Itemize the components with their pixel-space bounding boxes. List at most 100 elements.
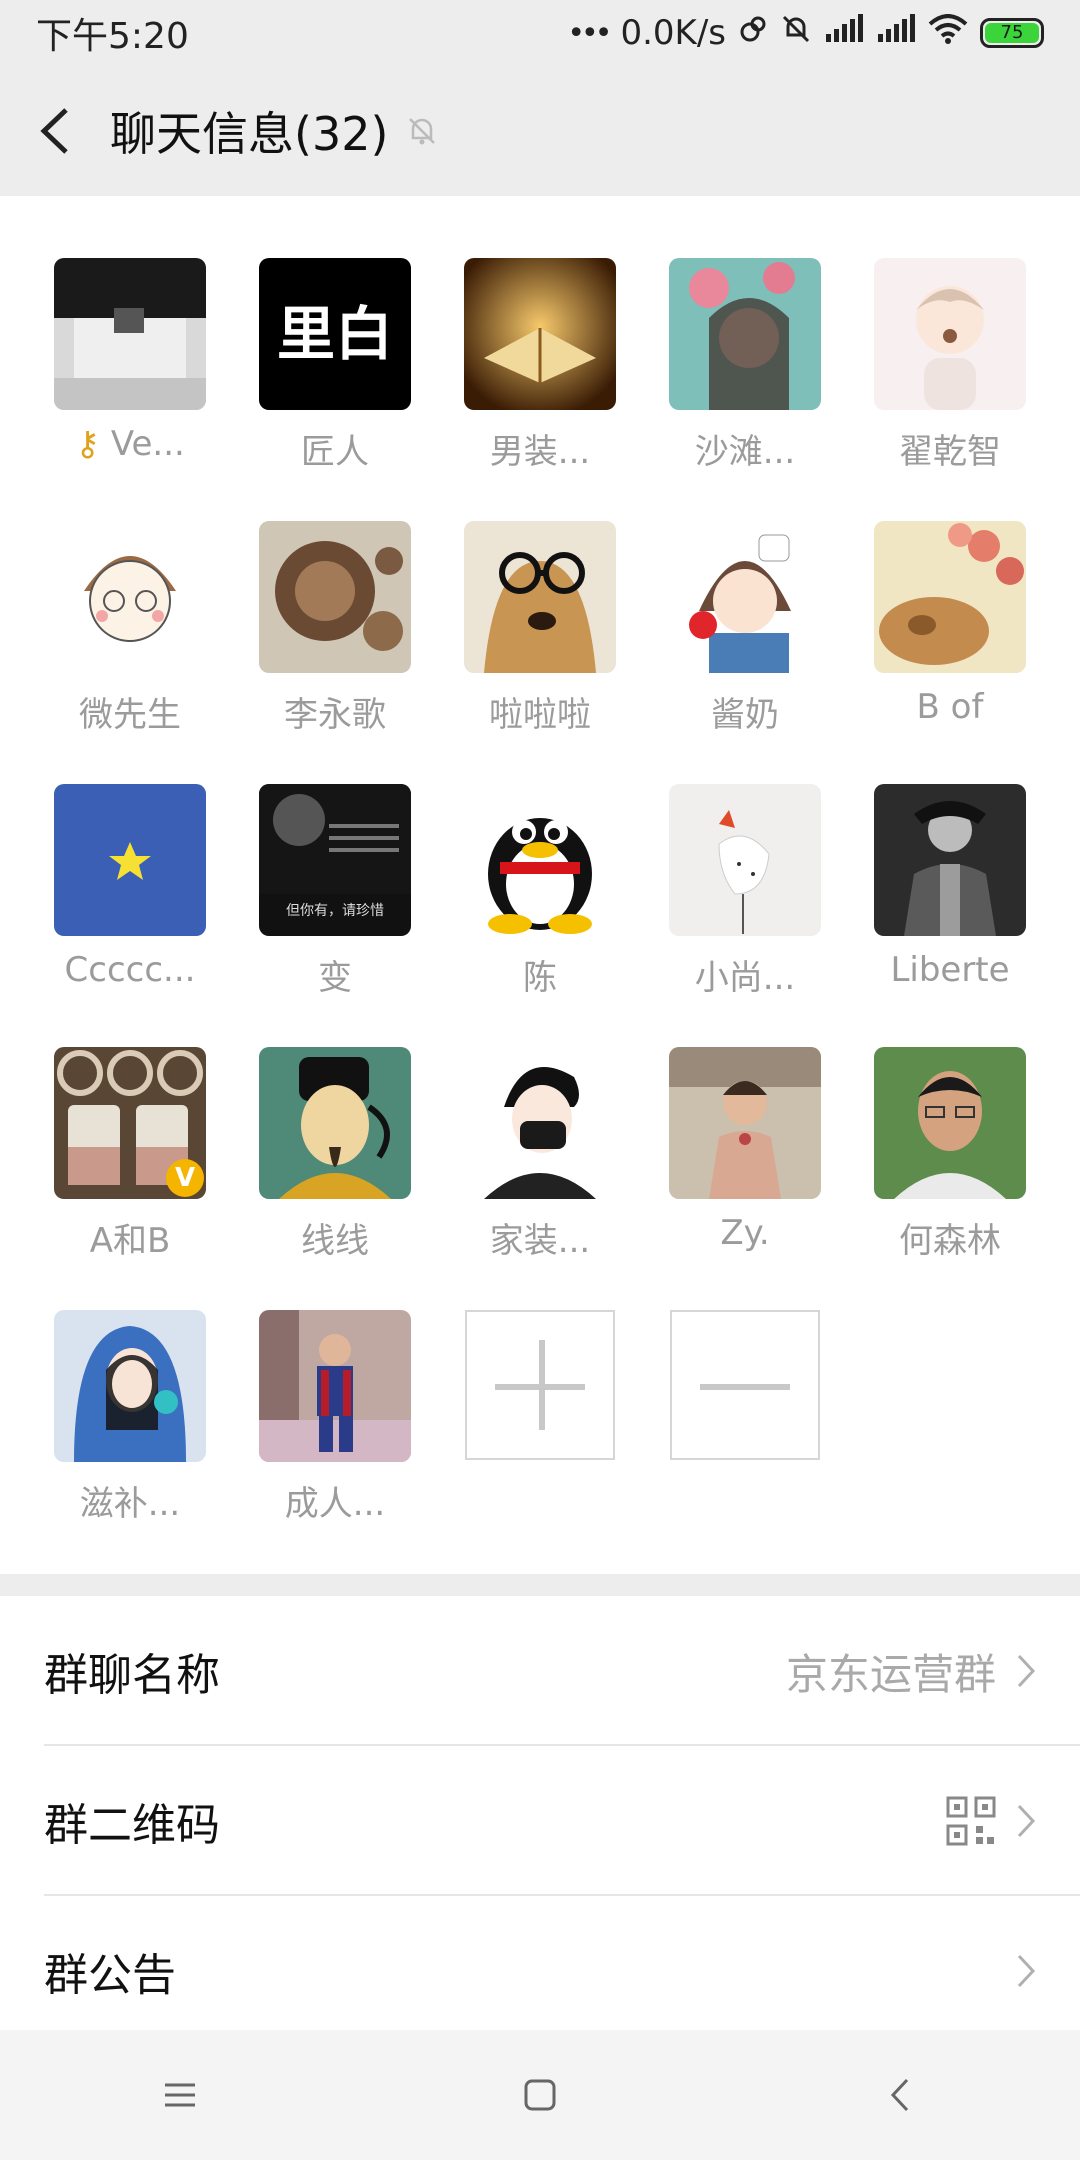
member-item[interactable]: B of <box>860 521 1040 727</box>
status-bar: 下午5:20 ••• 0.0K/s 75 <box>0 0 1080 66</box>
member-avatar <box>54 1310 206 1462</box>
member-name: 滋补... <box>79 1484 181 1524</box>
member-item[interactable]: 何森林 <box>860 1047 1040 1262</box>
group-name-row[interactable]: 群聊名称 京东运营群 <box>0 1596 1080 1746</box>
member-name: A和B <box>89 1221 171 1261</box>
member-name: 微先生 <box>79 695 181 735</box>
member-name: ⚷ Ve... <box>75 424 185 464</box>
remove-member-button[interactable] <box>655 1310 835 1460</box>
member-avatar <box>874 1047 1026 1199</box>
member-avatar <box>874 784 1026 936</box>
home-button[interactable] <box>480 2045 600 2145</box>
member-item[interactable]: 男装... <box>450 258 630 473</box>
system-nav-bar <box>0 2030 1080 2160</box>
chevron-right-icon <box>1017 1954 1036 1988</box>
battery-icon: 75 <box>980 18 1044 48</box>
muted-bell-icon <box>404 113 440 149</box>
group-qr-row[interactable]: 群二维码 <box>0 1746 1080 1896</box>
chevron-right-icon <box>1017 1654 1036 1688</box>
member-avatar <box>874 258 1026 410</box>
member-avatar <box>874 521 1026 673</box>
member-avatar <box>259 521 411 673</box>
group-name-label: 群聊名称 <box>44 1650 220 1701</box>
member-avatar <box>54 258 206 410</box>
member-avatar <box>464 1047 616 1199</box>
wifi-icon <box>928 13 968 53</box>
member-item[interactable]: Liberte <box>860 784 1040 990</box>
member-name: 沙滩... <box>694 432 796 472</box>
group-notice-label: 群公告 <box>44 1950 176 2001</box>
member-avatar <box>464 521 616 673</box>
signal-icon-2 <box>876 13 916 53</box>
back-arrow-icon <box>890 2078 909 2112</box>
title-bar: 聊天信息(32) <box>0 66 1080 196</box>
member-item[interactable]: 滋补... <box>40 1310 220 1525</box>
row-right <box>946 1796 1036 1846</box>
member-item[interactable]: 成人... <box>245 1310 425 1525</box>
member-avatar <box>464 784 616 936</box>
chevron-left-icon <box>40 108 68 154</box>
member-item[interactable]: 陈 <box>450 784 630 999</box>
row-right: 京东运营群 <box>786 1641 1036 1702</box>
member-item[interactable]: 翟乾智 <box>860 258 1040 473</box>
member-item[interactable]: Zy. <box>655 1047 835 1253</box>
member-item[interactable]: 酱奶 <box>655 521 835 736</box>
group-qr-label: 群二维码 <box>44 1800 220 1851</box>
member-name: 变 <box>318 958 352 998</box>
network-speed: 0.0K/s <box>620 13 726 53</box>
member-avatar: V <box>54 1047 206 1199</box>
status-icons: ••• 0.0K/s 75 <box>567 13 1044 54</box>
more-dots-icon: ••• <box>567 15 612 51</box>
member-avatar <box>54 784 206 936</box>
row-right <box>1016 1953 1036 1989</box>
group-notice-row[interactable]: 群公告 <box>0 1896 1080 2046</box>
member-avatar <box>669 258 821 410</box>
member-item[interactable]: 沙滩... <box>655 258 835 473</box>
qr-code-icon <box>946 1796 996 1846</box>
back-button[interactable] <box>0 66 110 196</box>
settings-list: 群聊名称 京东运营群 群二维码 群公告 <box>0 1596 1080 2046</box>
menu-button[interactable] <box>120 2045 240 2145</box>
member-item[interactable]: 但你有，请珍惜 变 <box>245 784 425 999</box>
page-title: 聊天信息(32) <box>110 107 389 161</box>
member-item[interactable]: V A和B <box>40 1047 220 1262</box>
member-name: 小尚... <box>694 958 796 998</box>
member-name: 家装... <box>489 1221 591 1261</box>
member-avatar <box>259 1310 411 1462</box>
member-name: Ccccc... <box>64 950 196 990</box>
member-name: 酱奶 <box>711 695 779 735</box>
link-icon <box>738 13 768 53</box>
member-item[interactable]: 李永歌 <box>245 521 425 736</box>
member-item[interactable]: 家装... <box>450 1047 630 1262</box>
plus-icon <box>465 1310 615 1460</box>
member-name: 翟乾智 <box>899 432 1001 472</box>
key-icon: ⚷ <box>75 424 101 464</box>
member-item[interactable]: 啦啦啦 <box>450 521 630 736</box>
menu-icon <box>165 2083 195 2107</box>
status-time: 下午5:20 <box>36 16 189 57</box>
add-member-button[interactable] <box>450 1310 630 1460</box>
member-name: Zy. <box>720 1213 770 1253</box>
verified-badge: V <box>166 1159 204 1197</box>
member-avatar <box>669 1047 821 1199</box>
group-name-value: 京东运营群 <box>785 1649 996 1699</box>
member-name: 李永歌 <box>284 695 386 735</box>
section-divider <box>0 1574 1080 1596</box>
member-item[interactable]: 小尚... <box>655 784 835 999</box>
member-name: 陈 <box>523 958 557 998</box>
member-avatar: 但你有，请珍惜 <box>259 784 411 936</box>
battery-level: 75 <box>985 23 1039 43</box>
member-avatar: 里白 <box>259 258 411 410</box>
minus-icon <box>670 1310 820 1460</box>
chevron-right-icon <box>1017 1804 1036 1838</box>
member-item[interactable]: Ccccc... <box>40 784 220 990</box>
member-item[interactable]: 里白 匠人 <box>245 258 425 473</box>
member-item[interactable]: 线线 <box>245 1047 425 1262</box>
member-avatar <box>669 521 821 673</box>
member-avatar <box>54 521 206 673</box>
nav-back-button[interactable] <box>840 2045 960 2145</box>
member-item[interactable]: 微先生 <box>40 521 220 736</box>
member-name: 男装... <box>489 432 591 472</box>
member-name: 匠人 <box>301 432 369 472</box>
member-item[interactable]: ⚷ Ve... <box>40 258 220 464</box>
